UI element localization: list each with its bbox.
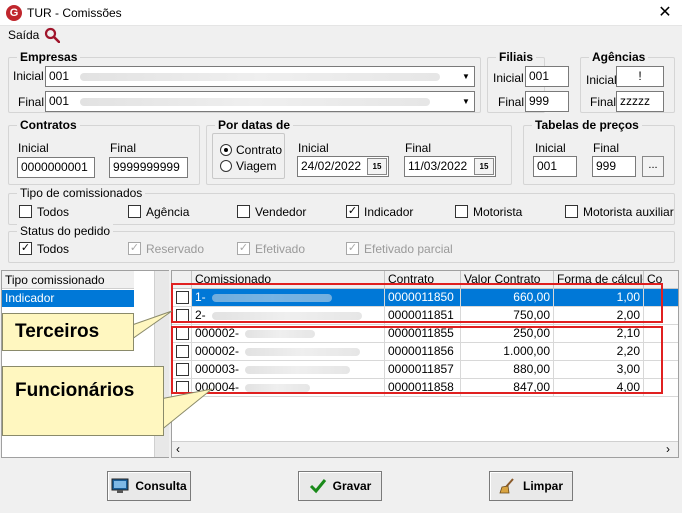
agencias-inicial-label: Inicial bbox=[586, 73, 617, 87]
filiais-inicial-input[interactable]: 001 bbox=[525, 66, 569, 87]
status-reservado-checkbox: ✓ bbox=[128, 242, 141, 255]
more-button[interactable]: ... bbox=[642, 156, 664, 177]
tipo-motorista-auxiliar-label: Motorista auxiliar bbox=[583, 205, 674, 219]
radio-contrato[interactable] bbox=[220, 144, 232, 156]
empresas-inicial-combo[interactable]: 001 ▼ bbox=[45, 66, 475, 87]
radio-viagem[interactable] bbox=[220, 160, 232, 172]
calendar-icon[interactable]: 15 bbox=[367, 158, 387, 175]
tipo-motorista-checkbox[interactable] bbox=[455, 205, 468, 218]
filiais-legend: Filiais bbox=[496, 50, 537, 64]
scroll-left-icon[interactable]: ‹ bbox=[176, 442, 180, 456]
redacted-text bbox=[80, 97, 431, 106]
tipo-vendedor-checkbox[interactable] bbox=[237, 205, 250, 218]
gravar-label: Gravar bbox=[332, 479, 372, 493]
tabelas-inicial-input[interactable]: 001 bbox=[533, 156, 577, 177]
tabelas-final-label: Final bbox=[593, 141, 620, 155]
gravar-button[interactable]: Gravar bbox=[298, 471, 382, 501]
calendar-icon[interactable]: 15 bbox=[474, 158, 494, 175]
empresas-inicial-value: 001 bbox=[49, 69, 70, 83]
redacted-text bbox=[80, 72, 441, 81]
horizontal-scrollbar[interactable]: ‹ › bbox=[172, 441, 678, 457]
callout-terceiros: Terceiros bbox=[2, 313, 134, 351]
por-datas-legend: Por datas de bbox=[215, 118, 294, 132]
monitor-icon bbox=[111, 478, 129, 493]
limpar-label: Limpar bbox=[522, 479, 563, 493]
empresas-legend: Empresas bbox=[17, 50, 81, 64]
empresas-final-label: Final bbox=[18, 95, 45, 109]
filiais-final-input[interactable]: 999 bbox=[525, 91, 569, 112]
tipo-comissionados-legend: Tipo de comissionados bbox=[17, 186, 146, 200]
radio-contrato-label: Contrato bbox=[236, 143, 283, 157]
tipo-todos-checkbox[interactable] bbox=[19, 205, 32, 218]
status-pedido-legend: Status do pedido bbox=[17, 224, 114, 238]
filiais-inicial-label: Inicial bbox=[493, 71, 524, 85]
agencias-legend: Agências bbox=[589, 50, 649, 64]
status-efetivado-parcial-label: Efetivado parcial bbox=[364, 242, 453, 256]
status-todos-label: Todos bbox=[37, 242, 70, 256]
empresas-final-combo[interactable]: 001 ▼ bbox=[45, 91, 475, 112]
datas-inicial-input[interactable]: 24/02/2022 15 bbox=[297, 156, 389, 177]
limpar-button[interactable]: Limpar bbox=[489, 471, 573, 501]
tabelas-inicial-label: Inicial bbox=[535, 141, 566, 155]
tipo-motorista-label: Motorista bbox=[473, 205, 523, 219]
datas-inicial-value: 24/02/2022 bbox=[301, 159, 362, 173]
status-efetivado-checkbox: ✓ bbox=[237, 242, 250, 255]
search-icon[interactable] bbox=[44, 27, 60, 43]
tabelas-legend: Tabelas de preços bbox=[532, 118, 642, 132]
agencias-inicial-input[interactable]: ! bbox=[616, 66, 664, 87]
tipo-agencia-label: Agência bbox=[146, 205, 190, 219]
list-item-indicador[interactable]: Indicador bbox=[2, 290, 134, 307]
filiais-final-label: Final bbox=[498, 95, 525, 109]
chevron-down-icon[interactable]: ▼ bbox=[458, 92, 474, 111]
radio-viagem-label: Viagem bbox=[236, 159, 277, 173]
menu-saida[interactable]: Saída bbox=[8, 28, 39, 42]
tipo-motorista-auxiliar-checkbox[interactable] bbox=[565, 205, 578, 218]
datas-final-value: 11/03/2022 bbox=[408, 159, 468, 173]
status-efetivado-label: Efetivado bbox=[255, 242, 306, 256]
funcionarios-highlight bbox=[171, 326, 663, 394]
status-efetivado-parcial-checkbox: ✓ bbox=[346, 242, 359, 255]
empresas-final-value: 001 bbox=[49, 94, 70, 108]
close-button[interactable]: ✕ bbox=[652, 2, 678, 24]
agencias-final-input[interactable]: zzzzz bbox=[616, 91, 664, 112]
consulta-label: Consulta bbox=[135, 479, 187, 493]
contratos-final-input[interactable]: 9999999999 bbox=[109, 157, 188, 178]
datas-inicial-label: Inicial bbox=[298, 141, 329, 155]
empresas-inicial-label: Inicial bbox=[13, 69, 44, 83]
consulta-button[interactable]: Consulta bbox=[107, 471, 191, 501]
contratos-inicial-input[interactable]: 0000000001 bbox=[17, 157, 95, 178]
tipo-vendedor-label: Vendedor bbox=[255, 205, 307, 219]
chevron-down-icon[interactable]: ▼ bbox=[458, 67, 474, 86]
tipo-indicador-label: Indicador bbox=[364, 205, 414, 219]
datas-final-input[interactable]: 11/03/2022 15 bbox=[404, 156, 496, 177]
terceiros-highlight bbox=[171, 283, 663, 323]
check-icon bbox=[309, 479, 326, 494]
contratos-final-label: Final bbox=[110, 141, 137, 155]
tipo-todos-label: Todos bbox=[37, 205, 70, 219]
tipo-comissionado-header: Tipo comissionado bbox=[2, 271, 134, 289]
agencias-final-label: Final bbox=[590, 95, 617, 109]
contratos-legend: Contratos bbox=[17, 118, 80, 132]
tabelas-final-input[interactable]: 999 bbox=[592, 156, 636, 177]
tipo-indicador-checkbox[interactable]: ✓ bbox=[346, 205, 359, 218]
contratos-inicial-label: Inicial bbox=[18, 141, 49, 155]
status-pedido-group: Status do pedido bbox=[8, 224, 675, 263]
status-todos-checkbox[interactable]: ✓ bbox=[19, 242, 32, 255]
status-reservado-label: Reservado bbox=[146, 242, 205, 256]
window-title: TUR - Comissões bbox=[27, 6, 122, 20]
broom-icon bbox=[499, 478, 514, 494]
datas-final-label: Final bbox=[405, 141, 432, 155]
scroll-right-icon[interactable]: › bbox=[666, 442, 670, 456]
tipo-agencia-checkbox[interactable] bbox=[128, 205, 141, 218]
callout-funcionarios: Funcionários bbox=[2, 366, 164, 436]
app-logo-icon: G bbox=[6, 5, 22, 21]
